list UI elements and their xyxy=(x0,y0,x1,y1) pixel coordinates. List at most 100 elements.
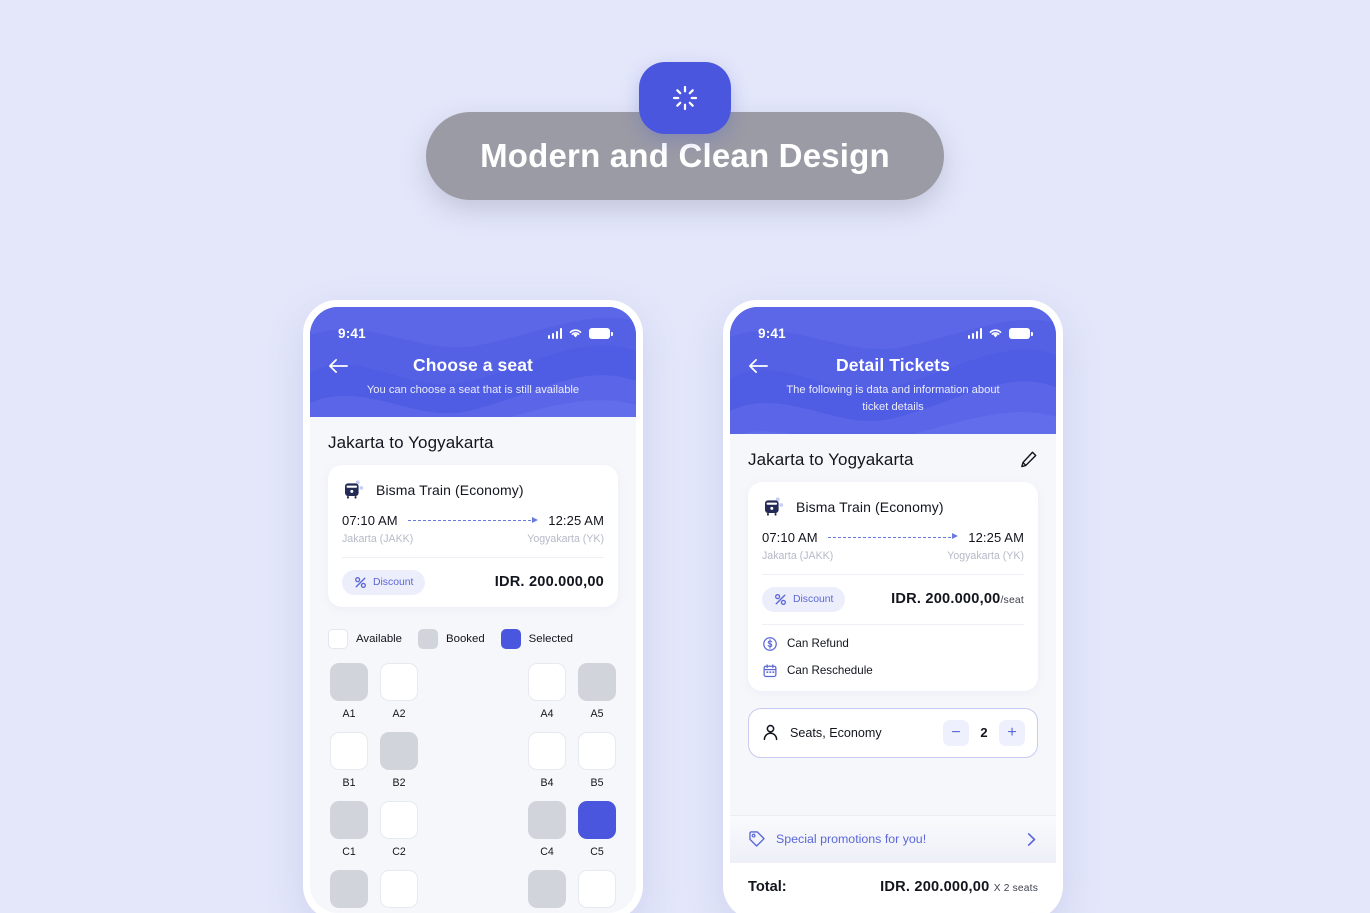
ticket-price: IDR. 200.000,00 xyxy=(494,574,604,591)
stepper-decrement-button[interactable]: − xyxy=(943,719,969,746)
discount-label: Discount xyxy=(793,593,834,605)
total-amount: IDR. 200.000,00 xyxy=(880,879,990,895)
hero-banner: Modern and Clean Design xyxy=(0,62,1370,200)
seat-c1[interactable] xyxy=(330,800,368,839)
seat-b5[interactable] xyxy=(578,731,616,770)
header-titles: Detail Tickets The following is data and… xyxy=(778,355,1008,416)
wifi-icon xyxy=(569,329,582,338)
seat-label: C4 xyxy=(540,845,554,858)
legend-label-booked: Booked xyxy=(446,632,485,645)
seat-cell: A5 xyxy=(576,662,618,720)
seat-a1[interactable] xyxy=(330,662,368,701)
seat-a4[interactable] xyxy=(528,662,566,701)
loading-spinner-icon xyxy=(672,85,698,111)
total-label: Total: xyxy=(748,879,787,895)
seat-row: B1 B2 B4 B5 xyxy=(328,731,618,789)
banner-title: Modern and Clean Design xyxy=(480,137,890,174)
seat-cell: D4 xyxy=(526,869,568,913)
time-row: 07:10 AM 12:25 AM xyxy=(342,513,604,528)
seat-d5[interactable] xyxy=(578,869,616,908)
seat-b1[interactable] xyxy=(330,731,368,770)
seat-a2[interactable] xyxy=(380,662,418,701)
train-row: Bisma Train (Economy) xyxy=(342,478,604,502)
seat-row: A1 A2 A4 A5 xyxy=(328,662,618,720)
refund-dollar-icon xyxy=(763,636,777,651)
seat-label: B1 xyxy=(342,776,356,789)
train-icon xyxy=(765,497,783,516)
seat-cell: C1 xyxy=(328,800,370,858)
seat-aisle xyxy=(428,663,518,720)
signal-bars-icon xyxy=(547,328,562,339)
edit-route-button[interactable] xyxy=(1019,450,1038,469)
stepper-label: Seats, Economy xyxy=(790,725,882,740)
seat-label: B5 xyxy=(590,776,604,789)
stepper-value: 2 xyxy=(980,725,988,741)
seat-label: B4 xyxy=(540,776,554,789)
card-divider-2 xyxy=(762,623,1024,625)
page-title: Detail Tickets xyxy=(836,355,950,375)
percent-icon xyxy=(355,576,366,588)
special-promotions-row[interactable]: Special promotions for you! xyxy=(730,815,1056,862)
seat-aisle xyxy=(428,732,518,789)
seat-label: C2 xyxy=(392,845,406,858)
legend-item-available: Available xyxy=(328,628,402,649)
depart-time: 07:10 AM xyxy=(762,529,818,545)
status-clock: 9:41 xyxy=(758,325,786,341)
discount-badge[interactable]: Discount xyxy=(342,569,426,595)
tag-icon xyxy=(749,831,765,847)
seat-c5[interactable] xyxy=(578,800,616,839)
depart-time: 07:10 AM xyxy=(342,512,398,528)
seat-d1[interactable] xyxy=(330,869,368,908)
seat-c4[interactable] xyxy=(528,800,566,839)
train-name: Bisma Train (Economy) xyxy=(376,481,524,498)
chevron-right-icon xyxy=(1027,832,1036,846)
ticket-price: IDR. 200.000,00/seat xyxy=(891,591,1024,607)
legend-swatch-selected xyxy=(500,628,521,649)
seat-legend: Available Booked Selected xyxy=(310,607,636,649)
seat-cell: A4 xyxy=(526,662,568,720)
seat-label: A1 xyxy=(342,707,356,720)
discount-label: Discount xyxy=(373,576,414,588)
status-bar: 9:41 xyxy=(748,323,1038,343)
seat-cell: B5 xyxy=(576,731,618,789)
seat-a5[interactable] xyxy=(578,662,616,701)
train-row: Bisma Train (Economy) xyxy=(762,495,1024,519)
page-title: Choose a seat xyxy=(413,355,533,375)
seats-stepper-card[interactable]: Seats, Economy − 2 + xyxy=(748,707,1038,758)
seat-aisle xyxy=(428,801,518,858)
discount-badge[interactable]: Discount xyxy=(762,586,846,612)
seat-b4[interactable] xyxy=(528,731,566,770)
seat-cell: C4 xyxy=(526,800,568,858)
screenshot-root: Modern and Clean Design 9:41 Choose a se… xyxy=(0,0,1370,913)
back-button[interactable] xyxy=(328,355,358,374)
card-divider xyxy=(762,573,1024,575)
seat-label: C1 xyxy=(342,845,356,858)
seat-cell: A2 xyxy=(378,662,420,720)
seat-aisle xyxy=(428,870,518,913)
seat-cell: D5 xyxy=(576,869,618,913)
feature-can-refund: Can Refund xyxy=(762,636,1024,652)
status-bar: 9:41 xyxy=(328,323,618,343)
header-choose-a-seat: 9:41 Choose a seat You can choose a seat… xyxy=(310,307,636,417)
seat-b2[interactable] xyxy=(380,731,418,770)
seat-label: A4 xyxy=(540,707,554,720)
seat-row: D1D2 D4D5 xyxy=(328,869,618,913)
ticket-card[interactable]: Bisma Train (Economy) 07:10 AM 12:25 AM … xyxy=(328,464,618,607)
route-title: Jakarta to Yogyakarta xyxy=(328,432,494,452)
seat-cell: B1 xyxy=(328,731,370,789)
back-button[interactable] xyxy=(748,355,778,374)
seat-d4[interactable] xyxy=(528,869,566,908)
stepper-increment-button[interactable]: + xyxy=(999,719,1025,746)
price-row: Discount IDR. 200.000,00/seat xyxy=(762,586,1024,612)
feature-label-reschedule: Can Reschedule xyxy=(787,664,873,678)
seat-c2[interactable] xyxy=(380,800,418,839)
ticket-card[interactable]: Bisma Train (Economy) 07:10 AM 12:25 AM … xyxy=(748,481,1038,691)
screen-body: Jakarta to Yogyakarta Bisma Train (Econo… xyxy=(310,417,636,913)
total-value: IDR. 200.000,00 X 2 seats xyxy=(880,879,1038,895)
seat-d2[interactable] xyxy=(380,869,418,908)
legend-swatch-available xyxy=(328,628,348,649)
total-bar: Total: IDR. 200.000,00 X 2 seats xyxy=(730,862,1056,913)
seat-row: C1 C2 C4 C5 xyxy=(328,800,618,858)
header-nav-row: Detail Tickets The following is data and… xyxy=(748,355,1038,416)
depart-station: Jakarta (JAKK) xyxy=(342,532,414,545)
